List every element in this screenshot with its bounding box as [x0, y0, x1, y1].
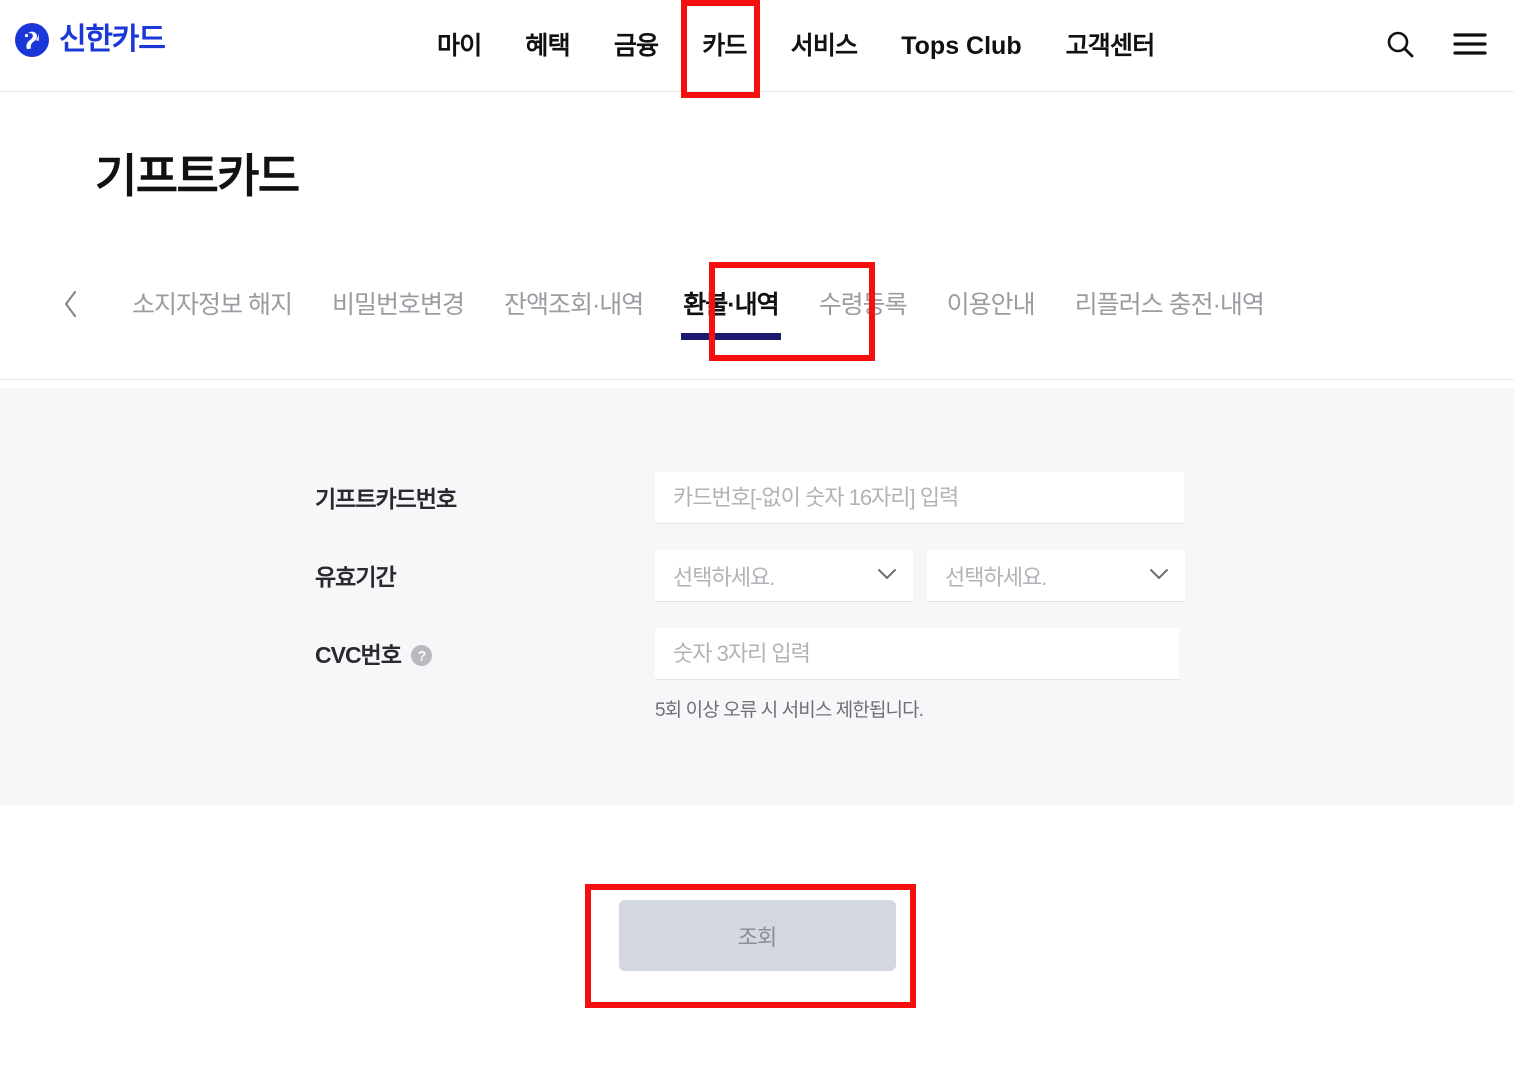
svg-text:?: ?	[418, 647, 426, 663]
nav-item-finance[interactable]: 금융	[592, 20, 680, 72]
chevron-down-icon	[877, 567, 897, 585]
hamburger-menu-icon[interactable]	[1452, 26, 1488, 62]
field-card-number	[655, 472, 1195, 524]
inquiry-submit-button[interactable]: 조회	[618, 900, 896, 971]
field-expiry: 선택하세요. 선택하세요.	[655, 550, 1195, 602]
nav-item-customer-center[interactable]: 고객센터	[1044, 20, 1177, 72]
site-header: 신한카드 마이 혜택 금융 카드 서비스 Tops Club 고객센터	[0, 0, 1514, 92]
tab-list: 소지자정보 해지 비밀번호변경 잔액조회·내역 환불·내역 수령등록 이용안내 …	[112, 270, 1284, 340]
submit-area: 조회	[0, 900, 1514, 971]
brand-logo-link[interactable]: 신한카드	[14, 22, 166, 58]
tab-balance-inquiry-history[interactable]: 잔액조회·내역	[484, 270, 663, 336]
tab-bar: 소지자정보 해지 비밀번호변경 잔액조회·내역 환불·내역 수령등록 이용안내 …	[0, 262, 1514, 380]
main-navigation: 마이 혜택 금융 카드 서비스 Tops Club 고객센터	[415, 20, 1176, 72]
shinhan-circle-logo-icon	[14, 22, 50, 58]
tab-holder-info-cancel[interactable]: 소지자정보 해지	[112, 270, 312, 336]
nav-item-my[interactable]: 마이	[415, 20, 503, 72]
label-card-number: 기프트카드번호	[315, 486, 457, 512]
form-rows: 기프트카드번호 유효기간 선택하세요.	[315, 472, 1195, 748]
field-cvc: 5회 이상 오류 시 서비스 제한됩니다.	[655, 628, 1195, 724]
cvc-error-limit-note: 5회 이상 오류 시 서비스 제한됩니다.	[655, 700, 924, 721]
form-row-cvc: CVC번호 ? 5회 이상 오류 시 서비스 제한됩니다.	[315, 628, 1195, 724]
tab-password-change[interactable]: 비밀번호변경	[312, 270, 484, 336]
gift-card-lookup-form: 기프트카드번호 유효기간 선택하세요.	[0, 388, 1514, 805]
tab-refund-history[interactable]: 환불·내역	[663, 270, 798, 340]
tab-receipt-registration[interactable]: 수령등록	[799, 270, 927, 336]
nav-item-service[interactable]: 서비스	[769, 20, 880, 72]
card-number-input[interactable]	[655, 472, 1184, 524]
form-row-expiry: 유효기간 선택하세요. 선택하세요.	[315, 550, 1195, 604]
header-icon-group	[1382, 26, 1488, 62]
form-row-card-number: 기프트카드번호	[315, 472, 1195, 526]
tab-usage-guide[interactable]: 이용안내	[927, 270, 1055, 336]
tab-replus-charge-history[interactable]: 리플러스 충전·내역	[1055, 270, 1284, 336]
search-icon[interactable]	[1382, 26, 1418, 62]
cvc-input[interactable]	[655, 628, 1179, 680]
expiry-month-select[interactable]: 선택하세요.	[655, 550, 913, 602]
nav-item-benefits[interactable]: 혜택	[503, 20, 591, 72]
question-mark-help-icon[interactable]: ?	[410, 644, 433, 667]
label-cvc: CVC번호 ?	[315, 628, 655, 682]
label-cvc-text: CVC번호	[315, 642, 402, 668]
expiry-year-select[interactable]: 선택하세요.	[927, 550, 1185, 602]
nav-item-card[interactable]: 카드	[680, 20, 768, 72]
expiry-year-value: 선택하세요.	[945, 564, 1047, 590]
page-title: 기프트카드	[95, 150, 300, 202]
chevron-left-icon[interactable]	[56, 284, 86, 324]
nav-item-tops-club[interactable]: Tops Club	[879, 20, 1043, 72]
chevron-down-icon	[1149, 567, 1169, 585]
label-expiry: 유효기간	[315, 564, 397, 590]
expiry-month-value: 선택하세요.	[673, 564, 775, 590]
brand-name: 신한카드	[59, 23, 166, 56]
